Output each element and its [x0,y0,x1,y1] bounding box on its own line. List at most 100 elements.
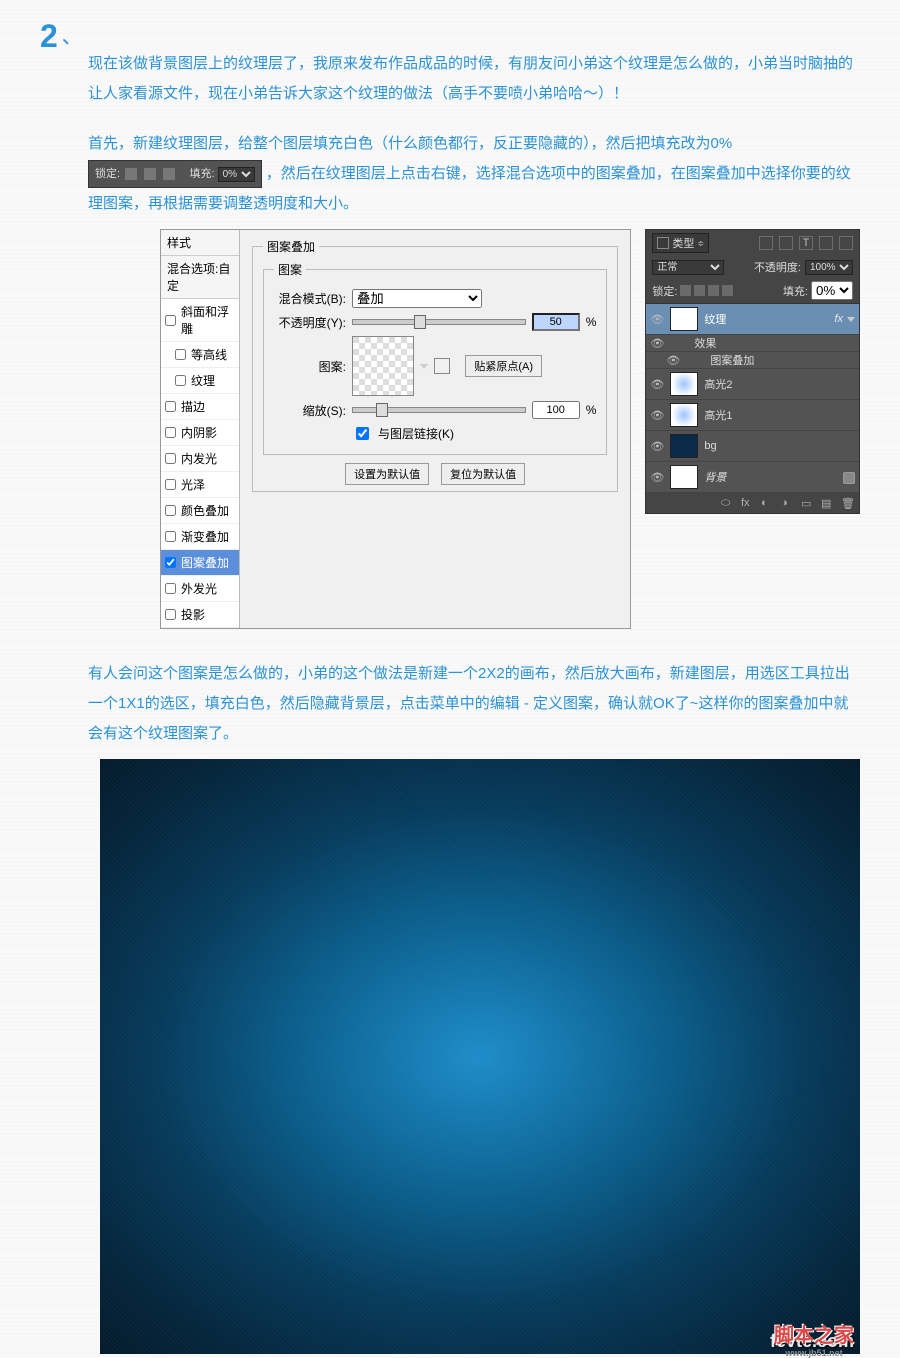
style-item-11[interactable]: 投影 [161,602,239,628]
style-item-10[interactable]: 外发光 [161,576,239,602]
panel-lock-label: 锁定: [652,283,677,299]
style-label-4: 内阴影 [181,424,217,441]
layer-row-4[interactable]: 👁 背景 [646,462,859,493]
set-default-button[interactable]: 设置为默认值 [345,463,429,485]
style-label-10: 外发光 [181,580,217,597]
step-dot: 、 [62,26,82,48]
filter-pixel-icon[interactable] [759,236,773,250]
style-item-2[interactable]: 纹理 [161,368,239,394]
lock-transparency-icon[interactable] [680,285,691,296]
style-checkbox-8[interactable] [165,531,176,542]
step-number: 2 [40,20,58,52]
style-item-0[interactable]: 斜面和浮雕 [161,299,239,342]
watermark-fevte: fevte.com [770,1331,854,1352]
result-preview: fevte.com 脚本之家 www.jb51.net [100,759,860,1354]
layer-row-0[interactable]: 👁纹理fx [646,304,859,335]
lock-pixels-icon[interactable] [125,168,137,180]
filter-adjust-icon[interactable] [779,236,793,250]
layer-thumb [670,307,698,331]
fill-select[interactable]: 0% [218,167,255,182]
visibility-toggle[interactable]: 👁 [650,440,664,453]
snap-origin-button[interactable]: 贴紧原点(A) [465,355,542,377]
panel-opacity-select[interactable]: 100% [805,260,853,275]
fx-badge: fx [834,313,843,325]
layer-thumb [670,403,698,427]
style-item-3[interactable]: 描边 [161,394,239,420]
visibility-toggle[interactable]: 👁 [650,409,664,422]
style-item-5[interactable]: 内发光 [161,446,239,472]
style-label-11: 投影 [181,606,205,623]
lock-position-icon-2[interactable] [708,285,719,296]
visibility-toggle[interactable]: 👁 [666,354,680,367]
group-icon[interactable]: ▭ [801,497,813,509]
fx-item-label: 图案叠加 [710,352,754,368]
new-layer-icon[interactable]: ▤ [821,497,833,509]
pattern-dropdown-icon[interactable] [420,364,428,369]
filter-type-icon[interactable]: T [799,236,813,250]
link-with-layer-checkbox[interactable] [356,427,369,440]
trash-icon[interactable]: 🗑 [841,497,853,509]
style-label-2: 纹理 [191,372,215,389]
inline-lock-panel: 锁定: 填充: 0% [88,160,262,188]
link-with-layer-label: 与图层链接(K) [378,425,454,442]
style-checkbox-4[interactable] [165,427,176,438]
scale-input[interactable] [532,401,580,419]
pattern-swatch[interactable] [352,336,414,396]
layers-panel: 类型 ≑ T 正常 不透明度: 100% 锁定: [645,229,860,514]
style-checkbox-3[interactable] [165,401,176,412]
pattern-legend: 图案 [274,261,306,278]
lock-image-icon[interactable] [694,285,705,296]
layer-name: 背景 [704,469,843,485]
panel-opacity-label: 不透明度: [754,259,801,275]
filter-smart-icon[interactable] [839,236,853,250]
new-pattern-icon[interactable] [434,358,450,374]
style-checkbox-11[interactable] [165,609,176,620]
style-checkbox-2[interactable] [175,375,186,386]
style-item-1[interactable]: 等高线 [161,342,239,368]
mask-icon[interactable]: ◐ [761,497,773,509]
blend-options-header[interactable]: 混合选项:自定 [161,256,239,299]
layer-thumb [670,372,698,396]
filter-shape-icon[interactable] [819,236,833,250]
fx-icon[interactable]: fx [741,497,753,509]
opacity-slider[interactable] [352,319,526,325]
scale-slider[interactable] [352,407,526,413]
chevron-down-icon[interactable] [847,317,855,322]
style-checkbox-7[interactable] [165,505,176,516]
style-checkbox-6[interactable] [165,479,176,490]
style-item-9[interactable]: 图案叠加 [161,550,239,576]
paragraph-2: 有人会问这个图案是怎么做的，小弟的这个做法是新建一个2X2的画布，然后放大画布，… [88,659,860,749]
visibility-toggle[interactable]: 👁 [650,337,664,350]
filter-kind-select[interactable]: 类型 ≑ [652,233,709,253]
style-checkbox-5[interactable] [165,453,176,464]
styles-header[interactable]: 样式 [161,230,239,256]
lock-all-icon[interactable] [163,168,175,180]
layer-thumb [670,434,698,458]
reset-default-button[interactable]: 复位为默认值 [441,463,525,485]
adjustment-icon[interactable]: ◑ [781,497,793,509]
fx-item[interactable]: 👁 图案叠加 [646,352,859,369]
blend-mode-select[interactable]: 叠加 [352,289,482,308]
style-checkbox-0[interactable] [165,315,176,326]
style-checkbox-9[interactable] [165,557,176,568]
style-label-6: 光泽 [181,476,205,493]
style-item-8[interactable]: 渐变叠加 [161,524,239,550]
visibility-toggle[interactable]: 👁 [650,471,664,484]
style-checkbox-1[interactable] [175,349,186,360]
fx-group[interactable]: 👁效果 [646,335,859,352]
opacity-input[interactable] [532,313,580,331]
panel-fill-select[interactable]: 0% [811,281,853,300]
style-item-4[interactable]: 内阴影 [161,420,239,446]
visibility-toggle[interactable]: 👁 [650,313,664,326]
link-layers-icon[interactable]: ⬭ [721,497,733,509]
visibility-toggle[interactable]: 👁 [650,378,664,391]
layer-row-3[interactable]: 👁bg [646,431,859,462]
layer-row-2[interactable]: 👁高光1 [646,400,859,431]
style-checkbox-10[interactable] [165,583,176,594]
lock-position-icon[interactable] [144,168,156,180]
blend-mode-panel-select[interactable]: 正常 [652,260,724,275]
style-item-7[interactable]: 颜色叠加 [161,498,239,524]
lock-all-icon-2[interactable] [722,285,733,296]
layer-row-1[interactable]: 👁高光2 [646,369,859,400]
style-item-6[interactable]: 光泽 [161,472,239,498]
